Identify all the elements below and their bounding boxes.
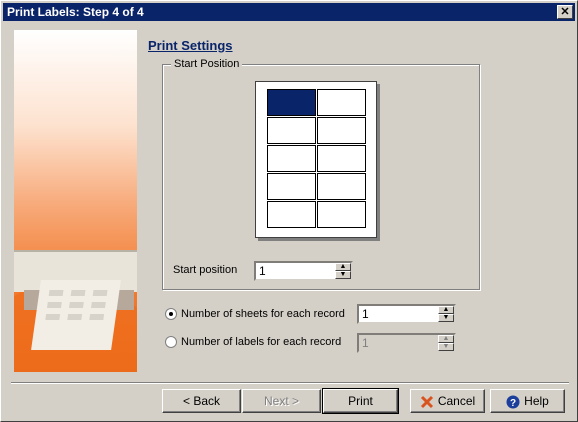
sheets-spinner[interactable]: ▲ ▼ xyxy=(357,304,456,324)
label-cell[interactable] xyxy=(317,173,366,200)
arrow-up-icon: ▲ xyxy=(438,335,454,343)
cancel-button[interactable]: Cancel xyxy=(410,389,485,413)
window-title: Print Labels: Step 4 of 4 xyxy=(7,5,144,19)
arrow-down-icon[interactable]: ▼ xyxy=(438,314,454,322)
help-question-icon: ? xyxy=(506,395,520,409)
next-button: Next > xyxy=(242,389,321,413)
label-cell[interactable] xyxy=(267,173,316,200)
label-cell[interactable] xyxy=(317,89,366,116)
label-cell[interactable] xyxy=(317,145,366,172)
labels-spinner: ▲ ▼ xyxy=(357,333,456,353)
sheets-radio[interactable] xyxy=(165,308,177,320)
label-cell[interactable] xyxy=(267,89,316,116)
cancel-x-icon xyxy=(420,395,433,408)
start-position-legend: Start Position xyxy=(171,58,243,70)
cancel-label: Cancel xyxy=(437,394,476,408)
start-position-input[interactable] xyxy=(257,264,321,278)
sheets-radio-label[interactable]: Number of sheets for each record xyxy=(181,308,345,320)
side-image xyxy=(14,30,137,372)
printer-illustration xyxy=(14,240,137,350)
label-sheet-preview xyxy=(255,81,377,238)
label-cell[interactable] xyxy=(267,201,316,228)
labels-input xyxy=(360,336,424,350)
back-button[interactable]: < Back xyxy=(162,389,241,413)
print-button[interactable]: Print xyxy=(322,388,399,414)
start-position-label: Start position xyxy=(173,264,238,276)
radio-checked-dot xyxy=(169,312,173,316)
start-position-spinner[interactable]: ▲ ▼ xyxy=(254,261,353,281)
label-cell[interactable] xyxy=(267,117,316,144)
close-icon: ✕ xyxy=(560,6,570,18)
arrow-down-icon[interactable]: ▼ xyxy=(335,271,351,279)
label-cell[interactable] xyxy=(317,117,366,144)
labels-radio-label[interactable]: Number of labels for each record xyxy=(181,336,341,348)
separator xyxy=(11,382,569,384)
close-button[interactable]: ✕ xyxy=(557,5,573,19)
label-cell[interactable] xyxy=(267,145,316,172)
title-bar[interactable]: Print Labels: Step 4 of 4 ✕ xyxy=(3,3,575,21)
page-title: Print Settings xyxy=(148,38,233,53)
help-label: Help xyxy=(524,394,549,408)
arrow-down-icon: ▼ xyxy=(438,343,454,351)
sheets-input[interactable] xyxy=(360,307,424,321)
dialog-window: Print Labels: Step 4 of 4 ✕ Print Settin… xyxy=(0,0,578,422)
labels-radio[interactable] xyxy=(165,336,177,348)
label-cell[interactable] xyxy=(317,201,366,228)
arrow-up-icon[interactable]: ▲ xyxy=(335,263,351,271)
svg-text:?: ? xyxy=(510,398,516,409)
help-button[interactable]: ? Help xyxy=(490,389,565,413)
arrow-up-icon[interactable]: ▲ xyxy=(438,306,454,314)
